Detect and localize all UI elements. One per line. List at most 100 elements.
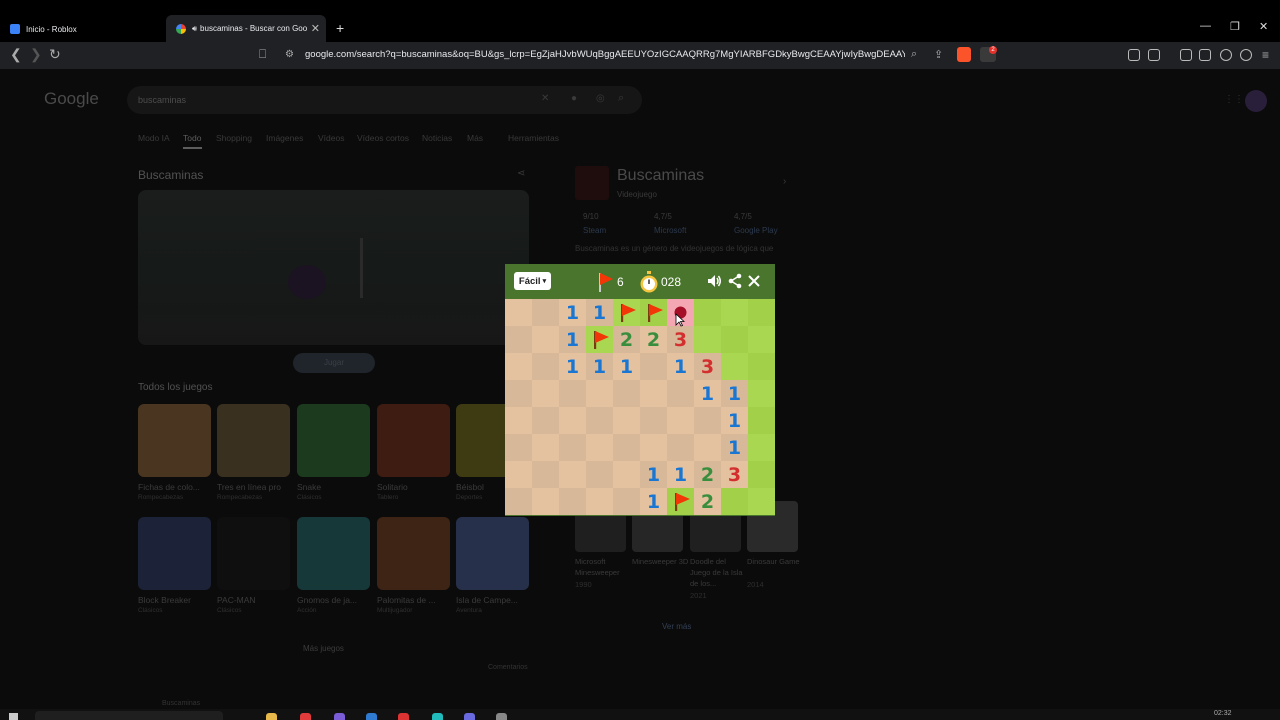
revealed-cell[interactable] [586,380,613,407]
revealed-cell[interactable] [505,461,532,488]
number-cell[interactable]: 1 [559,353,586,380]
difficulty-select[interactable]: Fácil ▾ [514,272,551,290]
close-icon[interactable] [748,275,760,287]
restore-button[interactable]: ❐ [1230,20,1240,33]
number-cell[interactable]: 2 [640,326,667,353]
app-icon[interactable] [432,713,443,720]
game-title[interactable]: Block Breaker [138,595,191,605]
flagged-cell[interactable] [613,299,640,326]
revealed-cell[interactable] [613,434,640,461]
tab-herramientas[interactable]: Herramientas [508,133,559,143]
number-cell[interactable]: 2 [694,461,721,488]
game-thumb-isla[interactable] [456,517,529,590]
search-icon[interactable]: ⌕ [618,92,624,105]
search-input[interactable]: buscaminas [138,95,186,105]
revealed-cell[interactable] [640,434,667,461]
wallet-icon[interactable] [1199,49,1211,61]
flagged-cell[interactable] [640,299,667,326]
play-button[interactable]: Jugar [293,353,375,373]
apps-grid-icon[interactable]: ⋮⋮ [1224,94,1244,105]
revealed-cell[interactable] [532,461,559,488]
taskbar-clock[interactable]: 02:32 [1214,710,1232,717]
share-page-icon[interactable]: ⇪ [934,48,943,61]
number-cell[interactable]: 3 [667,326,694,353]
game-thumb-tres-en-linea[interactable] [217,404,290,477]
hidden-cell[interactable] [721,299,748,326]
number-cell[interactable]: 3 [721,461,748,488]
hidden-cell[interactable] [748,380,775,407]
number-cell[interactable]: 1 [640,488,667,515]
revealed-cell[interactable] [667,434,694,461]
number-cell[interactable]: 1 [640,461,667,488]
tab-roblox[interactable]: Inicio - Roblox [0,17,160,41]
bookmark-icon[interactable]: ⎕ [259,47,266,62]
game-thumb-beisbol[interactable] [456,404,505,477]
hidden-cell[interactable] [748,434,775,461]
flagged-cell[interactable] [667,488,694,515]
hidden-cell[interactable] [721,326,748,353]
revealed-cell[interactable] [559,461,586,488]
revealed-cell[interactable] [667,380,694,407]
tab-shopping[interactable]: Shopping [216,133,252,143]
revealed-cell[interactable] [532,299,559,326]
number-cell[interactable]: 1 [586,353,613,380]
app-icon[interactable] [300,713,311,720]
revealed-cell[interactable] [640,407,667,434]
number-cell[interactable]: 1 [613,353,640,380]
game-title[interactable]: Snake [297,482,321,492]
revealed-cell[interactable] [586,488,613,515]
flagged-cell[interactable] [586,326,613,353]
revealed-cell[interactable] [559,380,586,407]
revealed-cell[interactable] [559,488,586,515]
reload-icon[interactable]: ↻ [49,46,61,63]
revealed-cell[interactable] [613,488,640,515]
close-window-button[interactable]: ✕ [1259,20,1268,33]
game-thumb-pacman[interactable] [217,517,290,590]
hidden-cell[interactable] [748,461,775,488]
app-icon[interactable] [334,713,345,720]
clear-search-icon[interactable]: ✕ [541,93,549,104]
tab-imagenes[interactable]: Imágenes [266,133,303,143]
game-title[interactable]: Tres en línea pro [217,482,281,492]
revealed-cell[interactable] [640,353,667,380]
windows-start-icon[interactable] [9,713,18,720]
revealed-cell[interactable] [505,380,532,407]
new-tab-button[interactable]: + [336,20,344,36]
revealed-cell[interactable] [667,407,694,434]
hidden-cell[interactable] [694,299,721,326]
revealed-cell[interactable] [586,434,613,461]
revealed-cell[interactable] [586,461,613,488]
hidden-cell[interactable] [694,326,721,353]
revealed-cell[interactable] [532,326,559,353]
hidden-cell[interactable] [748,488,775,515]
share-icon[interactable] [728,273,742,289]
close-tab-icon[interactable]: ✕ [311,22,320,35]
game-title[interactable]: PAC-MAN [217,595,256,605]
back-icon[interactable]: ❮ [10,46,22,63]
taskbar-search[interactable] [35,711,223,720]
app-icon[interactable] [496,713,507,720]
revealed-cell[interactable] [505,326,532,353]
game-thumb-gnomos[interactable] [297,517,370,590]
url-field[interactable]: google.com/search?q=buscaminas&oq=BU&gs_… [305,49,905,60]
hidden-cell[interactable] [748,299,775,326]
sidebar-icon[interactable] [1180,49,1192,61]
chevron-right-icon[interactable]: › [783,176,786,187]
revealed-cell[interactable] [532,434,559,461]
revealed-cell[interactable] [613,461,640,488]
hidden-cell[interactable] [748,353,775,380]
revealed-cell[interactable] [694,407,721,434]
number-cell[interactable]: 1 [721,380,748,407]
revealed-cell[interactable] [613,407,640,434]
revealed-cell[interactable] [532,380,559,407]
revealed-cell[interactable] [505,407,532,434]
revealed-cell[interactable] [559,434,586,461]
app-icon[interactable] [366,713,377,720]
brave-shield-icon[interactable] [957,47,971,62]
game-thumb-palomitas[interactable] [377,517,450,590]
number-cell[interactable]: 1 [559,299,586,326]
number-cell[interactable]: 1 [721,407,748,434]
game-thumb-solitario[interactable] [377,404,450,477]
related-caption[interactable]: Minesweeper 3D [632,556,690,567]
hidden-cell[interactable] [721,488,748,515]
